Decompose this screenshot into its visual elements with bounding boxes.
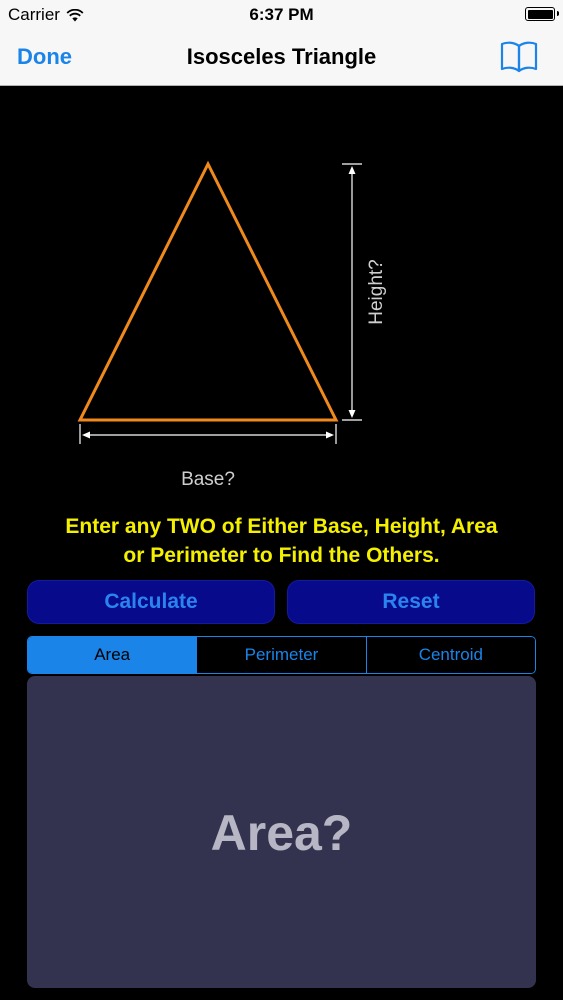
result-placeholder: Area? [210,805,353,861]
result-tab-control: Area Perimeter Centroid [27,636,536,674]
instructions-text: Enter any TWO of Either Base, Height, Ar… [20,512,543,570]
instructions-line-2: or Perimeter to Find the Others. [123,544,440,567]
result-panel: Area? [27,676,536,988]
navigation-bar: Done Isosceles Triangle [0,30,563,86]
tab-perimeter[interactable]: Perimeter [196,637,366,673]
height-label: Height? [366,259,387,325]
tab-centroid[interactable]: Centroid [365,637,535,673]
status-bar: Carrier 6:37 PM [0,0,563,30]
battery-icon [525,7,559,21]
battery-level-fill [527,9,553,19]
tab-area[interactable]: Area [28,637,197,673]
base-label: Base? [181,469,235,490]
reset-button[interactable]: Reset [287,580,535,624]
triangle-figure [77,160,362,444]
status-time: 6:37 PM [249,5,314,24]
page-title: Isosceles Triangle [186,44,377,69]
instructions-line-1: Enter any TWO of Either Base, Height, Ar… [65,515,498,538]
height-dimension-line [342,163,362,421]
book-icon[interactable] [499,38,539,74]
done-button[interactable]: Done [17,44,72,70]
triangle-diagram [0,88,563,498]
base-dimension-line [79,424,337,444]
calculate-button[interactable]: Calculate [27,580,275,624]
isosceles-triangle [77,160,339,422]
